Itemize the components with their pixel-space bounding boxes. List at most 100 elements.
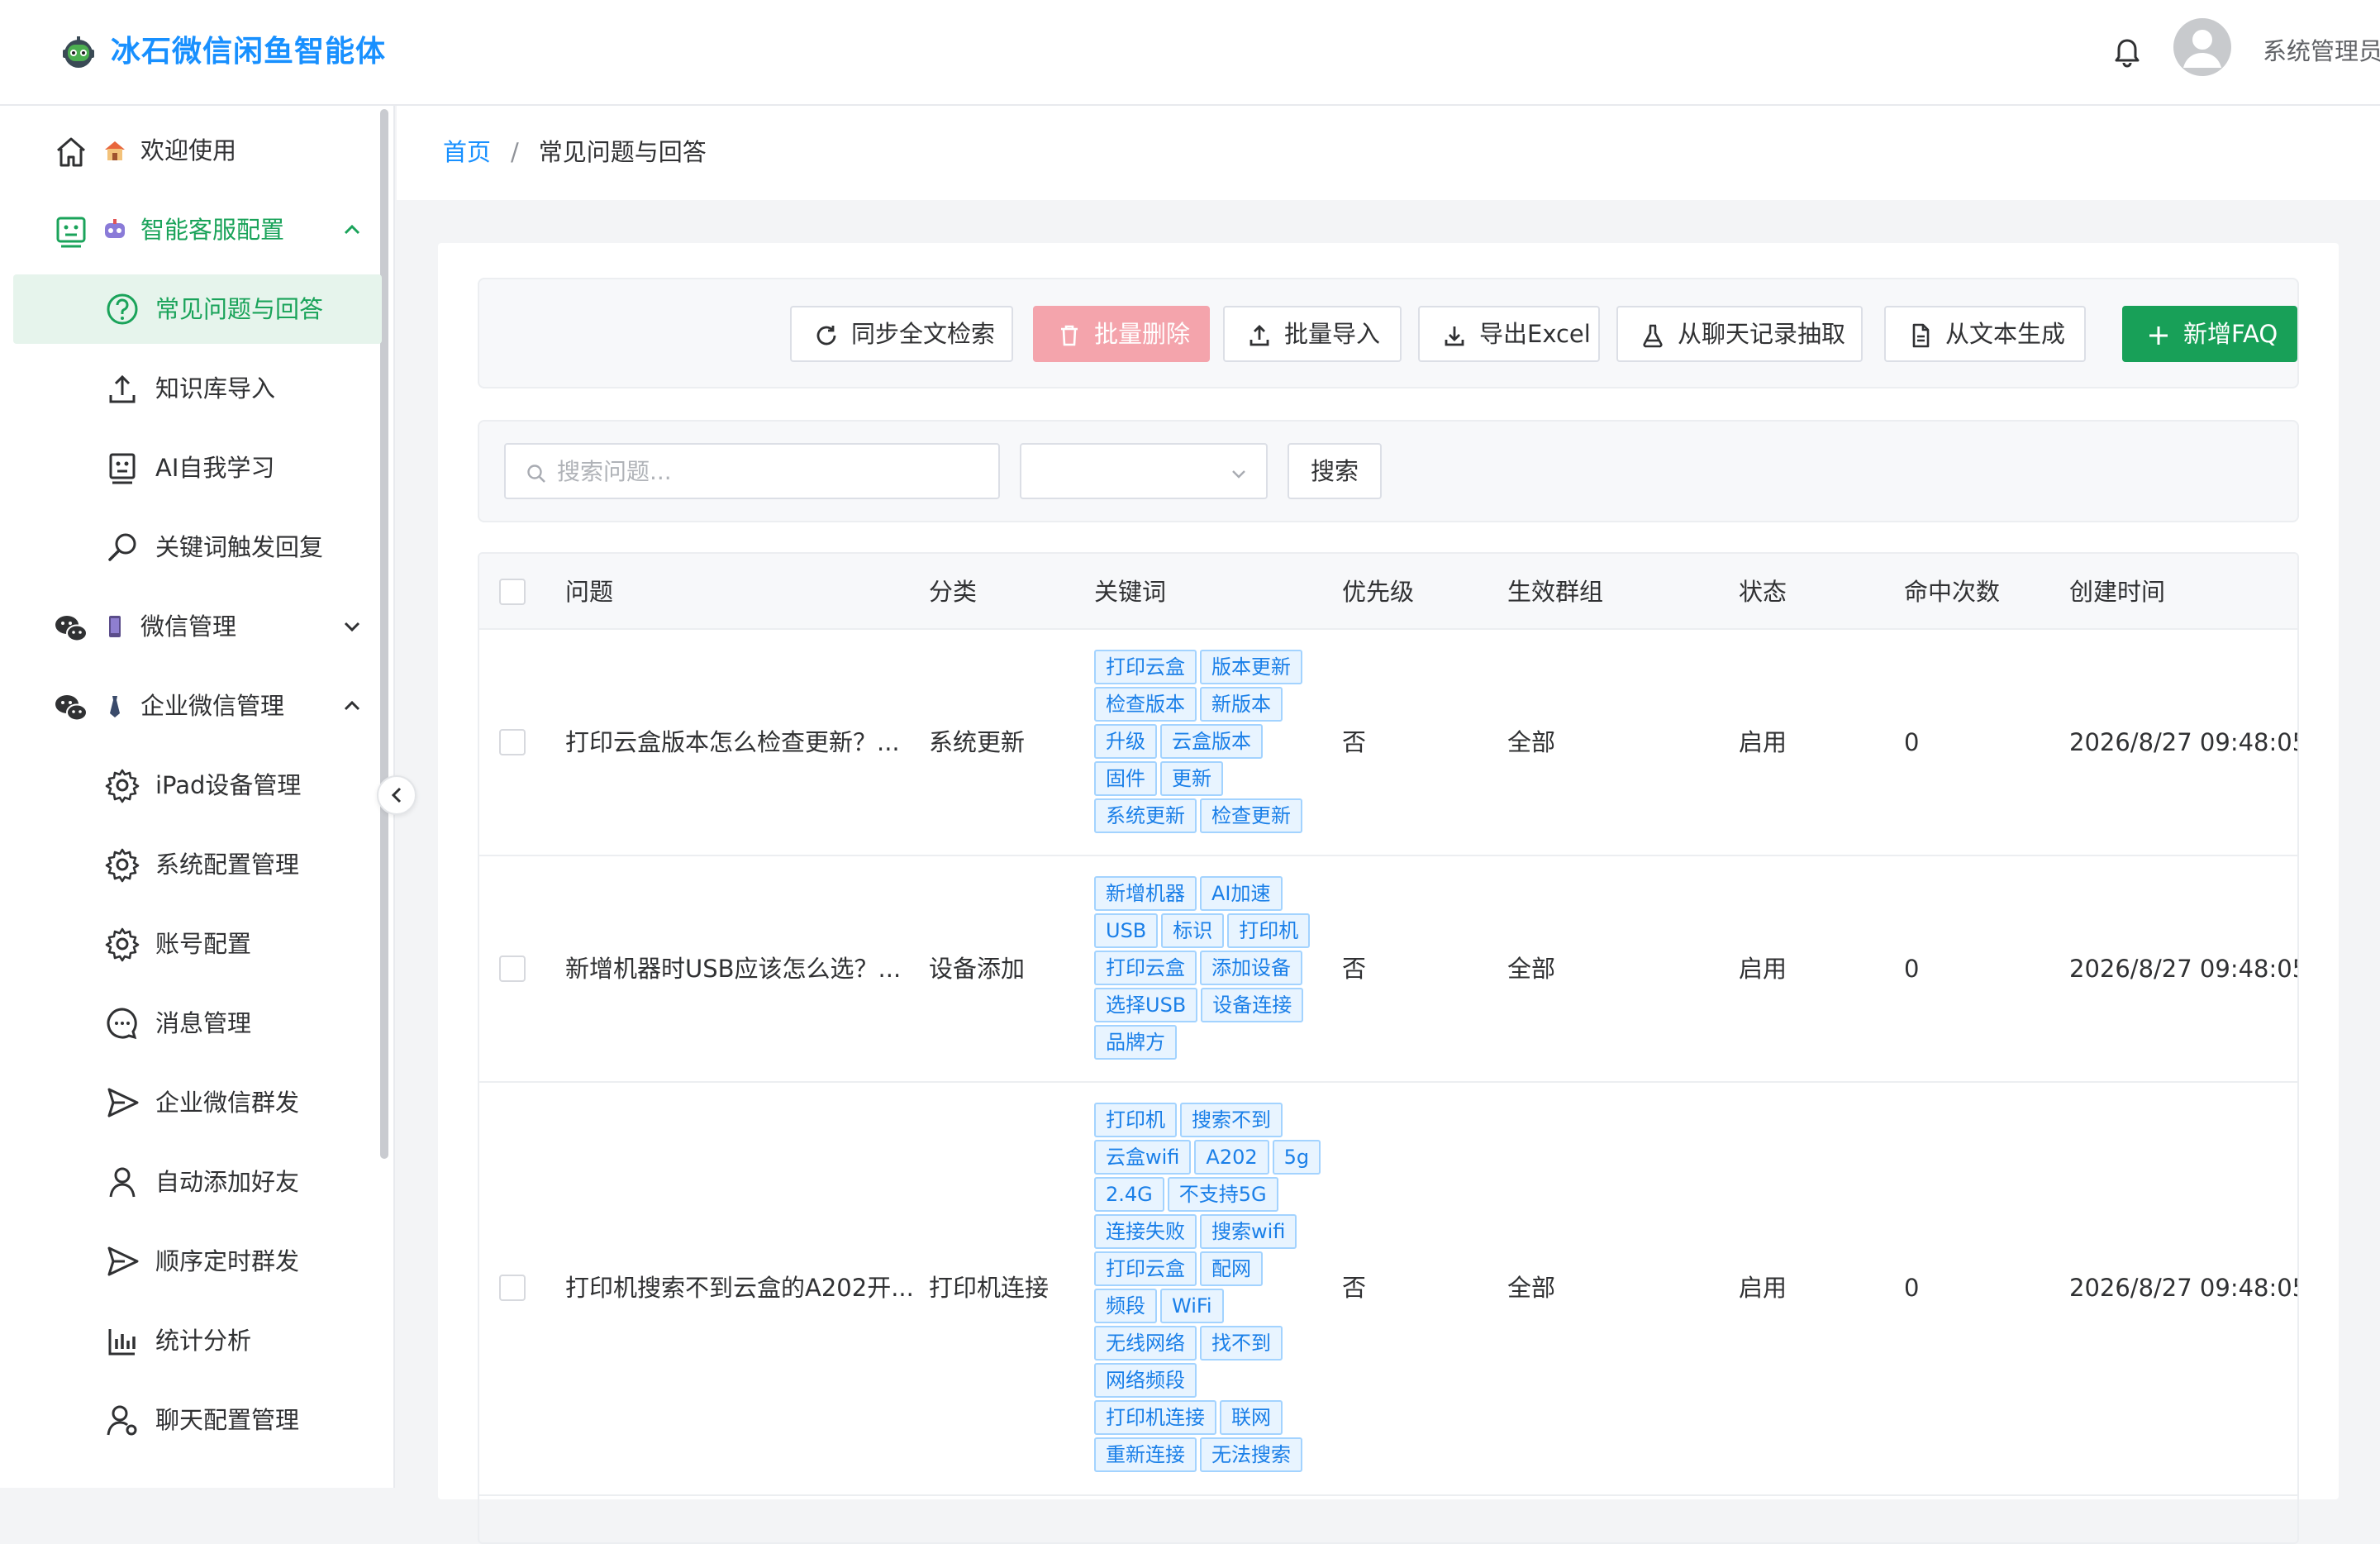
keyword-tag: A202 xyxy=(1194,1140,1269,1175)
notification-bell-icon[interactable] xyxy=(2112,36,2142,69)
robot-icon xyxy=(53,213,89,250)
status-cell: 启用 xyxy=(1739,728,1787,756)
keyword-tag: 搜索不到 xyxy=(1180,1103,1283,1137)
send-icon xyxy=(104,1243,140,1280)
robot-logo-icon xyxy=(58,31,99,73)
created-cell: 2026/8/27 09:48:05 xyxy=(2069,955,2299,983)
chevron-down-icon xyxy=(340,615,364,638)
category-cell: 系统更新 xyxy=(929,728,1026,756)
sidebar-item-label: 自动添加好友 xyxy=(155,1168,300,1196)
sidebar-item-label: 常见问题与回答 xyxy=(155,295,324,323)
keyword-tag: 打印机 xyxy=(1094,1103,1177,1137)
row-checkbox[interactable] xyxy=(499,729,526,755)
sync-fulltext-button[interactable]: 同步全文检索 xyxy=(790,306,1013,362)
keyword-tag: 选择USB xyxy=(1094,988,1198,1022)
sidebar-item-auto-add-friends[interactable]: 自动添加好友 xyxy=(13,1147,382,1217)
filter-bar: 搜索 xyxy=(478,420,2299,522)
column-header-category: 分类 xyxy=(929,578,978,606)
button-label: 批量删除 xyxy=(1094,320,1191,348)
sidebar-item-keyword-reply[interactable]: 关键词触发回复 xyxy=(13,512,382,582)
keyword-tag: 打印机连接 xyxy=(1094,1400,1216,1435)
column-header-status: 状态 xyxy=(1739,578,1787,606)
sidebar-item-statistics[interactable]: 统计分析 xyxy=(13,1306,382,1375)
select-all-checkbox[interactable] xyxy=(499,579,526,605)
keyword-tag: 更新 xyxy=(1160,761,1223,796)
search-input[interactable] xyxy=(557,455,987,488)
sidebar-item-chat-config[interactable]: 聊天配置管理 xyxy=(13,1385,382,1455)
search-button[interactable]: 搜索 xyxy=(1288,443,1382,499)
user-avatar[interactable] xyxy=(2173,18,2231,76)
user-name[interactable]: 系统管理员 xyxy=(2263,33,2380,69)
sidebar-item-label: 关键词触发回复 xyxy=(155,533,324,561)
keyword-tag: 固件 xyxy=(1094,761,1157,796)
keyword-tag: 打印云盒 xyxy=(1094,951,1197,985)
sidebar-item-system-config[interactable]: 系统配置管理 xyxy=(13,830,382,899)
download-icon xyxy=(1441,322,1468,349)
search-field[interactable] xyxy=(504,443,1000,499)
batch-import-button[interactable]: 批量导入 xyxy=(1223,306,1402,362)
keyword-tag: 品牌方 xyxy=(1094,1025,1177,1060)
sidebar-item-wecom-broadcast[interactable]: 企业微信群发 xyxy=(13,1068,382,1137)
question-cell: 新增机器时USB应该怎么选？... xyxy=(565,955,902,983)
sidebar-item-account-config[interactable]: 账号配置 xyxy=(13,909,382,979)
table-row[interactable]: 新增机器时USB应该怎么选？... 设备添加 新增机器 AI加速 USB 标识 打印机打… xyxy=(479,856,2299,1083)
table-row[interactable]: 打印机搜索不到云盒的A202开... 打印机连接 打印机 搜索不到 云盒wifi A2… xyxy=(479,1083,2297,1496)
button-label: 从文本生成 xyxy=(1945,320,2066,348)
sidebar-item-ai-learning[interactable]: AI自我学习 xyxy=(13,433,382,503)
breadcrumb: 首页 / 常见问题与回答 xyxy=(443,134,707,170)
keyword-tag: 版本更新 xyxy=(1200,650,1302,684)
sidebar-item-label: 欢迎使用 xyxy=(140,136,237,164)
sidebar-item-faq[interactable]: 常见问题与回答 xyxy=(13,274,382,344)
keyword-line: 打印机连接 联网 xyxy=(1094,1400,1326,1437)
keyword-tag: 找不到 xyxy=(1200,1326,1283,1361)
sidebar-item-label: 智能客服配置 xyxy=(140,216,285,244)
keyword-tag: 添加设备 xyxy=(1200,951,1302,985)
keyword-line: 2.4G 不支持5G xyxy=(1094,1177,1326,1214)
sidebar-item-messages[interactable]: 消息管理 xyxy=(13,989,382,1058)
keyword-line: 重新连接 无法搜索 xyxy=(1094,1437,1326,1475)
sidebar-item-scheduled-broadcast[interactable]: 顺序定时群发 xyxy=(13,1227,382,1296)
keyword-tag: WiFi xyxy=(1160,1289,1224,1323)
gear-icon xyxy=(104,767,140,803)
chevron-up-icon xyxy=(340,694,364,717)
keyword-tag: 不支持5G xyxy=(1167,1177,1278,1212)
sidebar-item-label: 账号配置 xyxy=(155,930,252,958)
breadcrumb-home-link[interactable]: 首页 xyxy=(443,138,491,166)
sidebar-item-knowledge-import[interactable]: 知识库导入 xyxy=(13,354,382,423)
sidebar-group-smart-service[interactable]: 智能客服配置 xyxy=(13,195,382,264)
column-header-hits: 命中次数 xyxy=(1904,578,2001,606)
category-cell: 设备添加 xyxy=(929,955,1026,983)
sidebar-item-ipad-devices[interactable]: iPad设备管理 xyxy=(13,751,382,820)
table-row[interactable]: 打印云盒版本怎么检查更新？... 系统更新 打印云盒 版本更新 检查版本 新版本 升级云… xyxy=(479,630,2297,856)
gear-icon xyxy=(104,926,140,962)
sidebar-item-label: 微信管理 xyxy=(140,612,237,641)
phone-emoji-icon xyxy=(102,613,127,640)
column-header-priority: 优先级 xyxy=(1342,578,1415,606)
keyword-line: 云盒wifi A202 5g xyxy=(1094,1140,1326,1177)
refresh-icon xyxy=(813,322,840,349)
sidebar-item-label: 统计分析 xyxy=(155,1327,252,1355)
sidebar-item-welcome[interactable]: 欢迎使用 xyxy=(13,116,382,185)
batch-delete-button[interactable]: 批量删除 xyxy=(1033,306,1210,362)
generate-from-text-button[interactable]: 从文本生成 xyxy=(1884,306,2086,362)
keyword-tag: 无法搜索 xyxy=(1200,1437,1302,1472)
row-checkbox[interactable] xyxy=(499,1275,526,1301)
sidebar-item-label: 企业微信群发 xyxy=(155,1089,300,1117)
extract-from-chat-button[interactable]: 从聊天记录抽取 xyxy=(1616,306,1863,362)
document-icon xyxy=(1907,322,1934,349)
button-label: 从聊天记录抽取 xyxy=(1678,320,1846,348)
sidebar-group-wecom[interactable]: 企业微信管理 xyxy=(13,671,382,741)
column-header-question: 问题 xyxy=(565,578,614,606)
row-checkbox[interactable] xyxy=(499,955,526,982)
sidebar-item-label: 顺序定时群发 xyxy=(155,1247,300,1275)
sidebar-collapse-button[interactable] xyxy=(377,775,416,815)
keyword-tag: 网络频段 xyxy=(1094,1363,1197,1398)
column-header-group: 生效群组 xyxy=(1507,578,1604,606)
home-icon xyxy=(53,134,89,170)
column-header-keywords: 关键词 xyxy=(1094,578,1167,606)
add-faq-button[interactable]: 新增FAQ xyxy=(2122,306,2297,362)
sidebar-group-wechat[interactable]: 微信管理 xyxy=(13,592,382,661)
category-select[interactable] xyxy=(1020,443,1268,499)
export-excel-button[interactable]: 导出Excel xyxy=(1418,306,1600,362)
keyword-tag: 频段 xyxy=(1094,1289,1157,1323)
